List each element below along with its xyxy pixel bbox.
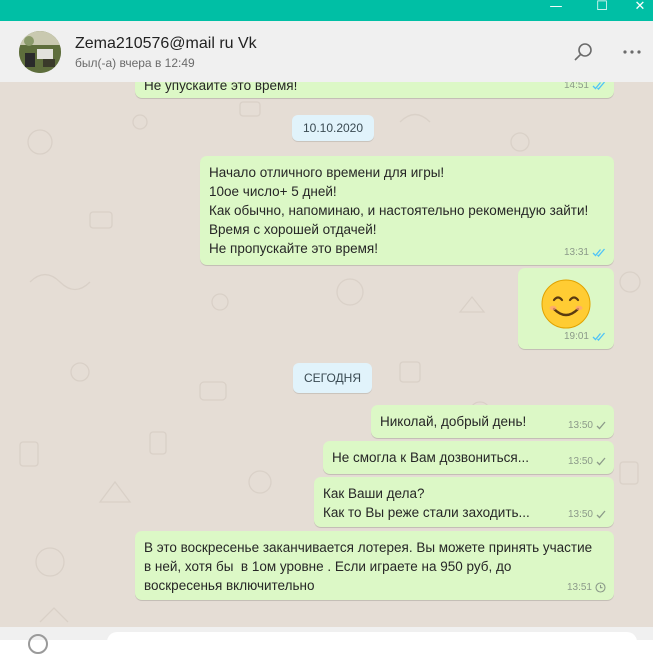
message-time: 14:51: [563, 82, 589, 91]
read-receipt-icon: [592, 248, 605, 257]
outgoing-message[interactable]: Не смогла к Вам дозвониться... 13:50: [323, 441, 614, 474]
window-titlebar: — ☐ ✕: [0, 0, 653, 21]
outgoing-message[interactable]: Не упускайте это время! 14:51: [135, 82, 614, 98]
message-input[interactable]: [107, 632, 637, 652]
message-time: 19:01: [563, 331, 589, 342]
message-text: Николай, добрый день!: [380, 414, 527, 429]
message-meta: 13:31: [564, 243, 606, 262]
search-icon[interactable]: [572, 41, 596, 63]
message-text: Начало отличного времени для игры! 10ое …: [209, 165, 589, 256]
outgoing-message[interactable]: В это воскресенье заканчивается лотерея.…: [135, 531, 614, 600]
more-options-icon[interactable]: [621, 41, 645, 63]
read-receipt-icon: [592, 332, 605, 341]
maximize-button[interactable]: ☐: [587, 0, 617, 16]
sent-check-icon: [596, 510, 606, 519]
minimize-button[interactable]: —: [541, 0, 571, 16]
date-separator: 10.10.2020: [292, 115, 374, 141]
read-receipt-icon: [592, 82, 605, 90]
date-separator: СЕГОДНЯ: [293, 363, 372, 393]
message-time: 13:50: [567, 456, 593, 467]
message-text: Как Ваши дела? Как то Вы реже стали захо…: [323, 486, 530, 520]
avatar-image: [19, 31, 61, 73]
emoji-sticker: [540, 278, 592, 330]
message-meta: 13:50: [568, 452, 606, 471]
message-meta: 13:50: [568, 505, 606, 524]
outgoing-message[interactable]: Начало отличного времени для игры! 10ое …: [200, 156, 614, 265]
chat-header: Zema210576@mail ru Vk был(-а) вчера в 12…: [0, 21, 653, 83]
message-time: 13:51: [566, 582, 592, 593]
message-meta: 13:51: [567, 578, 606, 597]
outgoing-message[interactable]: Николай, добрый день! 13:50: [371, 405, 614, 438]
message-time: 13:50: [567, 420, 593, 431]
avatar[interactable]: [19, 31, 61, 73]
message-time: 13:31: [563, 247, 589, 258]
close-button[interactable]: ✕: [625, 0, 653, 16]
message-text: Не смогла к Вам дозвониться...: [332, 450, 529, 465]
sent-check-icon: [596, 421, 606, 430]
message-text: В это воскресенье заканчивается лотерея.…: [144, 540, 593, 593]
sent-check-icon: [596, 457, 606, 466]
message-meta: 19:01: [564, 327, 606, 346]
message-time: 13:50: [567, 509, 593, 520]
message-list[interactable]: Не упускайте это время! 14:51 10.10.2020…: [0, 82, 653, 640]
message-text: Не упускайте это время!: [144, 82, 298, 93]
pending-clock-icon: [595, 582, 606, 593]
message-meta: 13:50: [568, 416, 606, 435]
contact-status: был(-а) вчера в 12:49: [75, 56, 195, 70]
outgoing-message[interactable]: 19:01: [518, 268, 614, 349]
outgoing-message[interactable]: Как Ваши дела? Как то Вы реже стали захо…: [314, 477, 614, 527]
contact-name[interactable]: Zema210576@mail ru Vk: [75, 35, 257, 53]
message-meta: 14:51: [564, 82, 606, 95]
emoji-icon[interactable]: [28, 634, 48, 654]
